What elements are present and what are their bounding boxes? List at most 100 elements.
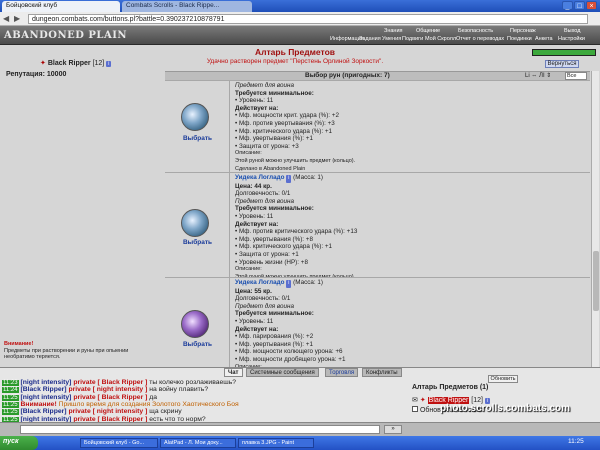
item-line: Долговечность: 0/1 xyxy=(235,190,291,198)
menu-exit[interactable]: Выход xyxy=(564,28,580,34)
logo: ABANDONED PLAIN xyxy=(4,30,128,41)
menu-my-scroll[interactable]: Мой Скролл xyxy=(425,36,456,42)
chat-time: 11:24 xyxy=(2,387,19,394)
chat-private-target[interactable]: private [ night intensity ] xyxy=(68,386,149,393)
info-icon[interactable]: i xyxy=(106,61,112,67)
item-name[interactable]: Уидека Логладо xyxy=(235,279,285,286)
list-item: Выбрать Уидека Логладо i (Масса: 1) Цена… xyxy=(165,277,590,367)
tab-system-messages[interactable]: Системные сообщения xyxy=(246,368,319,377)
send-button[interactable]: » xyxy=(384,425,402,434)
chat-line: 11:23 [night intensity] private [ Black … xyxy=(2,379,236,386)
reputation-label: Репутация: xyxy=(6,71,45,78)
browser-tab-inactive[interactable]: Combats Scrolls - Black Rippe... xyxy=(122,1,252,12)
item-line: Требуется минимальное: xyxy=(235,310,314,318)
close-button[interactable]: × xyxy=(586,1,597,10)
chat-line: 11:25 [Black Ripper] private [ night int… xyxy=(2,408,182,416)
taskbar: Бойцовский клуб - Go... AlatPad - Л. Мои… xyxy=(0,436,600,450)
forward-arrow-icon[interactable]: ▶ xyxy=(14,14,20,23)
item-line: • Защита от урона: +1 xyxy=(235,250,299,258)
tab-conflicts[interactable]: Конфликты xyxy=(362,368,402,377)
menu-character[interactable]: Персонаж xyxy=(510,28,536,34)
menu-quests[interactable]: Задания xyxy=(359,36,381,42)
chat-text: на войну плавить? xyxy=(149,386,209,394)
rune-icon xyxy=(181,310,209,338)
scrollbar-thumb[interactable] xyxy=(593,251,599,311)
item-line: • Мф. мощности колющего урона: +6 xyxy=(235,348,343,356)
url-input[interactable]: dungeon.combats.com/buttons.pl?battle=0.… xyxy=(28,14,588,24)
page-title: Алтарь Предметов xyxy=(254,47,335,57)
chat-nick[interactable]: [Black Ripper] xyxy=(19,408,69,415)
menu-settings[interactable]: Настройки xyxy=(558,36,585,42)
select-button[interactable]: Выбрать xyxy=(165,239,230,246)
menu-profile[interactable]: Анкета xyxy=(535,36,553,42)
auto-refresh-checkbox[interactable] xyxy=(412,406,418,412)
item-line: Действует на: xyxy=(235,104,279,112)
chat-nick[interactable]: Внимание! xyxy=(19,401,59,408)
game-banner: ABANDONED PLAIN Знания Общение Безопасно… xyxy=(0,26,600,45)
item-line: Действует на: xyxy=(235,220,279,228)
tab-chat[interactable]: Чат xyxy=(224,368,243,377)
maximize-button[interactable]: □ xyxy=(574,1,585,10)
sort-controls[interactable]: Li ⇔ ЛІ ⇕ xyxy=(525,72,551,79)
chat-input[interactable] xyxy=(20,425,380,434)
select-button[interactable]: Выбрать xyxy=(165,135,230,142)
taskbar-item[interactable]: плавка 3.JPG - Paint xyxy=(238,438,314,448)
chat-nick[interactable]: [night intensity] xyxy=(19,394,74,401)
chat-time: 11:25 xyxy=(2,401,19,408)
menu-transfer-report[interactable]: Отчет о переводах xyxy=(456,36,504,42)
player-name[interactable]: Black Ripper xyxy=(48,60,91,67)
item-line: Цена: 44 кр. xyxy=(235,182,272,190)
menu-communication[interactable]: Общение xyxy=(416,28,440,34)
tab-trade[interactable]: Торговля xyxy=(325,368,359,377)
item-name[interactable]: Уидека Логладо xyxy=(235,174,285,181)
item-line: • Мф. мощности дробящего урона: +1 xyxy=(235,355,346,363)
item-mass: (Масса: 1) xyxy=(293,174,323,181)
back-arrow-icon[interactable]: ◀ xyxy=(3,14,9,23)
reputation: Репутация: 10000 xyxy=(6,71,66,78)
chat-input-bar: » xyxy=(0,422,600,436)
filter-select[interactable]: Все xyxy=(565,72,587,80)
vertical-scrollbar[interactable] xyxy=(591,71,599,367)
info-icon[interactable]: i xyxy=(286,280,292,288)
item-line: • Мф. мощности крит. удара (%): +2 xyxy=(235,112,339,120)
item-line: Описание: xyxy=(235,266,262,273)
chat-nick[interactable]: [night intensity] xyxy=(19,379,74,386)
item-line: • Уровень: 11 xyxy=(235,212,274,220)
browser-tab-active[interactable]: Бойцовский клуб xyxy=(2,1,120,12)
clan-icon: ✦ xyxy=(40,60,46,67)
select-button[interactable]: Выбрать xyxy=(165,341,230,348)
refresh-button[interactable]: Обновить xyxy=(488,375,518,383)
start-button[interactable]: пуск xyxy=(0,436,38,450)
item-line: • Уровень: 11 xyxy=(235,317,274,325)
chat-private-target[interactable]: private [ Black Ripper ] xyxy=(73,379,149,386)
warning-text: Предметы при растворении и руны при опые… xyxy=(4,347,129,361)
menu-battles[interactable]: Поединки xyxy=(507,36,532,42)
envelope-icon[interactable]: ✉ xyxy=(412,397,418,404)
item-line: • Мф. увертывания (%): +8 xyxy=(235,235,313,243)
chat-private-target[interactable]: private [ Black Ripper ] xyxy=(73,394,149,401)
chat-nick[interactable]: [Black Ripper] xyxy=(19,386,69,393)
status-message: Удачно растворен предмет "Перстень Орлин… xyxy=(206,58,384,65)
browser-titlebar: Бойцовский клуб Combats Scrolls - Black … xyxy=(0,0,600,12)
menu-feats[interactable]: Подвиги xyxy=(402,36,423,42)
menu-knowledge[interactable]: Знания xyxy=(384,28,403,34)
chat-time: 11:25 xyxy=(2,409,19,416)
menu-skills[interactable]: Умения xyxy=(382,36,401,42)
item-line: Действует на: xyxy=(235,325,279,333)
item-line: Цена: 55 кр. xyxy=(235,287,272,295)
rune-icon xyxy=(181,209,209,237)
item-line: • Мф. парирования (%): +2 xyxy=(235,333,314,341)
taskbar-item[interactable]: Бойцовский клуб - Go... xyxy=(80,438,158,448)
minimize-button[interactable]: _ xyxy=(562,1,573,10)
warning-box: Внимание! Предметы при растворении и рун… xyxy=(4,341,142,361)
item-line: Требуется минимальное: xyxy=(235,89,314,97)
list-item: Выбрать Уидека Логладо i (Масса: 1) Цена… xyxy=(165,172,590,295)
menu-security[interactable]: Безопасность xyxy=(458,28,493,34)
item-line: • Мф. против увертывания (%): +3 xyxy=(235,119,335,127)
list-item: Выбрать Предмет для воина Требуется миним… xyxy=(165,80,590,179)
chat-private-target[interactable]: private [ night intensity ] xyxy=(68,408,149,415)
back-button[interactable]: Вернуться xyxy=(545,60,579,68)
info-icon[interactable]: i xyxy=(286,175,292,183)
taskbar-item[interactable]: AlatPad - Л. Мои доку... xyxy=(160,438,236,448)
rune-icon xyxy=(181,103,209,131)
